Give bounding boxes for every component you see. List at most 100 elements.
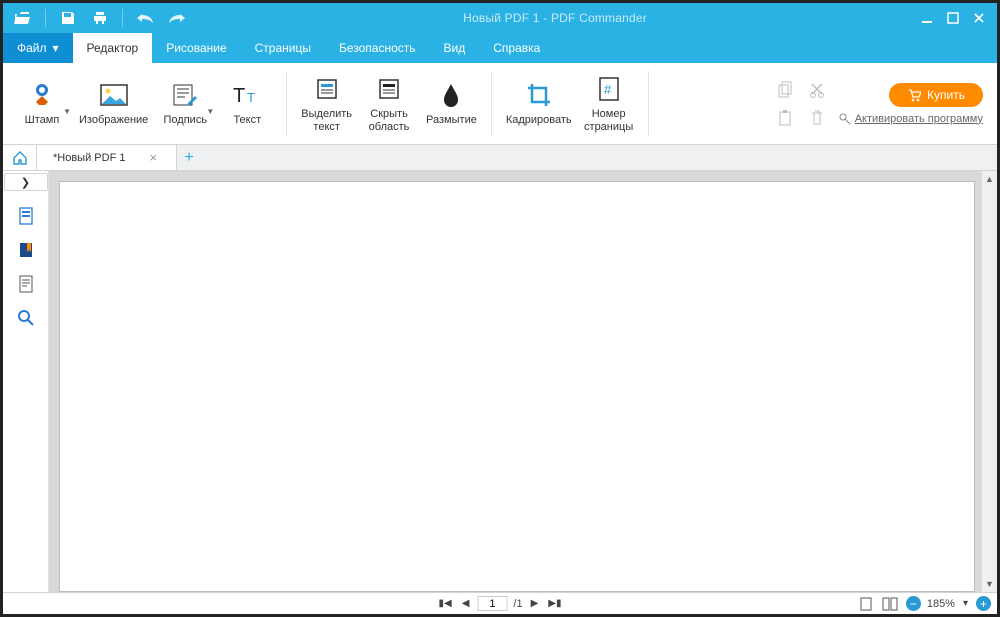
zoom-out-button[interactable]: −: [906, 596, 921, 611]
close-icon: [973, 12, 985, 24]
zoom-value: 185%: [927, 598, 955, 610]
file-menu[interactable]: Файл ▾: [3, 33, 73, 63]
separator: [122, 9, 123, 27]
tab-label: Страницы: [255, 41, 311, 55]
minimize-button[interactable]: [919, 10, 935, 26]
title-bar: Новый PDF 1 - PDF Commander: [3, 3, 997, 33]
minimize-icon: [921, 12, 933, 24]
tab-drawing[interactable]: Рисование: [152, 33, 240, 63]
separator: [45, 9, 46, 27]
home-icon: [12, 150, 28, 166]
add-tab-button[interactable]: +: [177, 145, 201, 170]
quick-access-toolbar: [9, 5, 191, 31]
svg-text:T: T: [233, 85, 245, 106]
buy-button[interactable]: Купить: [889, 83, 983, 107]
home-tab[interactable]: [3, 145, 37, 170]
thumbnails-button[interactable]: [15, 205, 37, 227]
tool-label: Номер страницы: [584, 108, 633, 133]
zoom-in-button[interactable]: +: [976, 596, 991, 611]
bookmarks-button[interactable]: [15, 239, 37, 261]
highlight-icon: [315, 77, 339, 101]
tab-security[interactable]: Безопасность: [325, 33, 430, 63]
paste-button[interactable]: [771, 106, 799, 130]
zoom-controls: − 185% ▾ +: [906, 596, 991, 611]
tab-editor[interactable]: Редактор: [73, 33, 153, 63]
drop-icon: [441, 82, 461, 108]
undo-icon: [136, 12, 154, 24]
signature-icon: [172, 83, 198, 107]
menu-bar: Файл ▾ Редактор Рисование Страницы Безоп…: [3, 33, 997, 63]
hide-area-tool[interactable]: Скрыть область: [358, 67, 420, 140]
delete-button[interactable]: [803, 106, 831, 130]
activate-link[interactable]: Активировать программу: [839, 113, 983, 125]
tool-label: Текст: [233, 114, 261, 127]
two-page-icon: [882, 597, 898, 611]
vertical-scrollbar[interactable]: ▲ ▼: [981, 171, 997, 592]
document-page[interactable]: [59, 181, 975, 592]
close-button[interactable]: [971, 10, 987, 26]
ribbon-toolbar: Штамп ▼ Изображение Подпись ▼ TT Текст В…: [3, 63, 997, 145]
signature-tool[interactable]: Подпись ▼: [154, 67, 216, 140]
document-tabs: *Новый PDF 1 × +: [3, 145, 997, 171]
next-page-button[interactable]: ▶: [529, 598, 541, 609]
crop-tool[interactable]: Кадрировать: [500, 67, 578, 140]
cut-button[interactable]: [803, 78, 831, 102]
maximize-icon: [947, 12, 959, 24]
scroll-up-button[interactable]: ▲: [982, 171, 997, 187]
copy-button[interactable]: [771, 78, 799, 102]
dropdown-caret-icon: ▾: [53, 41, 59, 55]
document-tab[interactable]: *Новый PDF 1 ×: [37, 145, 177, 170]
single-page-view-button[interactable]: [858, 596, 874, 612]
redo-button[interactable]: [163, 5, 191, 31]
ribbon-group-page: Кадрировать # Номер страницы: [492, 63, 648, 144]
tab-view[interactable]: Вид: [430, 33, 480, 63]
tool-label: Подпись: [164, 114, 208, 127]
tab-pages[interactable]: Страницы: [241, 33, 325, 63]
open-file-button[interactable]: [9, 5, 37, 31]
tab-help[interactable]: Справка: [479, 33, 554, 63]
scroll-track[interactable]: [982, 187, 997, 576]
tab-label: Справка: [493, 41, 540, 55]
highlight-tool[interactable]: Выделить текст: [295, 67, 358, 140]
page-input[interactable]: [477, 596, 507, 611]
close-tab-button[interactable]: ×: [149, 150, 157, 165]
ribbon-right-column: Купить Активировать программу: [839, 83, 983, 125]
ribbon-group-insert: Штамп ▼ Изображение Подпись ▼ TT Текст: [3, 63, 286, 144]
tab-label: Редактор: [87, 41, 139, 55]
svg-text:#: #: [604, 82, 612, 97]
attachments-button[interactable]: [15, 273, 37, 295]
image-icon: [100, 84, 128, 106]
stamp-icon: [29, 82, 55, 108]
maximize-button[interactable]: [945, 10, 961, 26]
zoom-dropdown[interactable]: ▾: [961, 598, 970, 609]
print-button[interactable]: [86, 5, 114, 31]
stamp-tool[interactable]: Штамп ▼: [11, 67, 73, 140]
window-title: Новый PDF 1 - PDF Commander: [191, 11, 919, 25]
clipboard-icons: [771, 78, 831, 130]
activate-label: Активировать программу: [855, 113, 983, 125]
blur-tool[interactable]: Размытие: [420, 67, 483, 140]
prev-page-button[interactable]: ◀: [460, 598, 472, 609]
trash-icon: [809, 109, 825, 127]
image-tool[interactable]: Изображение: [73, 67, 154, 140]
redo-icon: [168, 12, 186, 24]
scroll-down-button[interactable]: ▼: [982, 576, 997, 592]
last-page-button[interactable]: ▶▮: [546, 598, 563, 609]
two-page-view-button[interactable]: [882, 596, 898, 612]
copy-icon: [777, 81, 793, 99]
save-button[interactable]: [54, 5, 82, 31]
crop-icon: [526, 82, 552, 108]
status-right: − 185% ▾ +: [858, 596, 991, 612]
text-tool[interactable]: TT Текст: [216, 67, 278, 140]
ribbon-group-mark: Выделить текст Скрыть область Размытие: [287, 63, 491, 144]
expand-panel-button[interactable]: ❯: [4, 173, 48, 191]
dropdown-caret-icon: ▼: [206, 107, 214, 116]
search-button[interactable]: [15, 307, 37, 329]
page-total: /1: [513, 598, 522, 610]
ribbon-right: Купить Активировать программу: [771, 63, 997, 144]
page-thumb-icon: [18, 207, 34, 225]
buy-label: Купить: [927, 88, 965, 102]
first-page-button[interactable]: ▮◀: [437, 598, 454, 609]
undo-button[interactable]: [131, 5, 159, 31]
page-number-tool[interactable]: # Номер страницы: [578, 67, 640, 140]
